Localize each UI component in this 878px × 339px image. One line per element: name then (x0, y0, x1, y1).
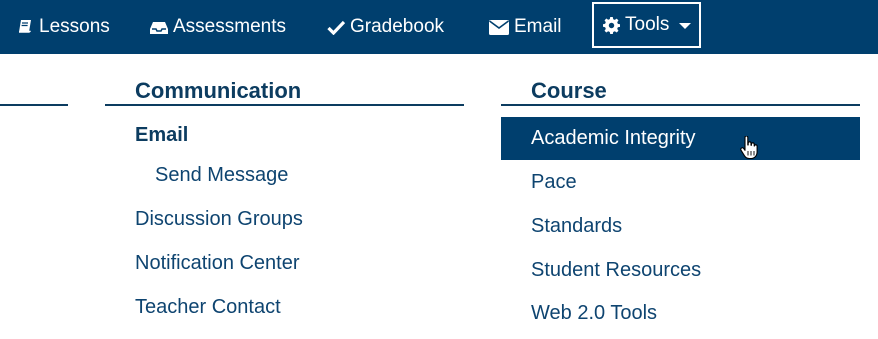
communication-divider (105, 104, 464, 106)
nav-tools-label: Tools (625, 14, 670, 35)
envelope-icon (489, 19, 509, 35)
left-column-divider (0, 104, 68, 106)
nav-lessons-label: Lessons (39, 16, 110, 37)
menu-notification-center[interactable]: Notification Center (135, 252, 300, 275)
communication-heading: Communication (135, 78, 302, 103)
menu-send-message[interactable]: Send Message (155, 164, 288, 187)
nav-assessments-label: Assessments (173, 16, 286, 37)
menu-discussion-groups[interactable]: Discussion Groups (135, 208, 303, 231)
nav-gradebook[interactable]: Gradebook (327, 0, 444, 54)
nav-lessons[interactable]: Lessons (18, 0, 110, 54)
menu-web-2-tools[interactable]: Web 2.0 Tools (531, 302, 657, 325)
hand-pointer-cursor-icon (740, 135, 758, 165)
menu-teacher-contact[interactable]: Teacher Contact (135, 296, 281, 319)
menu-standards[interactable]: Standards (531, 215, 622, 238)
book-icon (18, 19, 34, 35)
course-divider (501, 104, 860, 106)
nav-email[interactable]: Email (489, 0, 562, 54)
menu-student-resources[interactable]: Student Resources (531, 259, 701, 282)
gear-icon (603, 16, 620, 34)
nav-gradebook-label: Gradebook (350, 16, 445, 37)
course-heading: Course (531, 78, 607, 103)
caret-down-icon (679, 23, 692, 29)
menu-academic-integrity[interactable]: Academic Integrity (531, 127, 696, 150)
checkmark-icon (327, 20, 345, 35)
nav-tools-dropdown[interactable]: Tools (592, 2, 701, 48)
top-navbar: Lessons Assessments Gradebook Email Tool… (0, 0, 878, 54)
inbox-icon (150, 20, 168, 35)
nav-email-label: Email (514, 16, 562, 37)
nav-assessments[interactable]: Assessments (150, 0, 286, 54)
menu-pace[interactable]: Pace (531, 171, 577, 194)
email-subheading: Email (135, 124, 189, 146)
